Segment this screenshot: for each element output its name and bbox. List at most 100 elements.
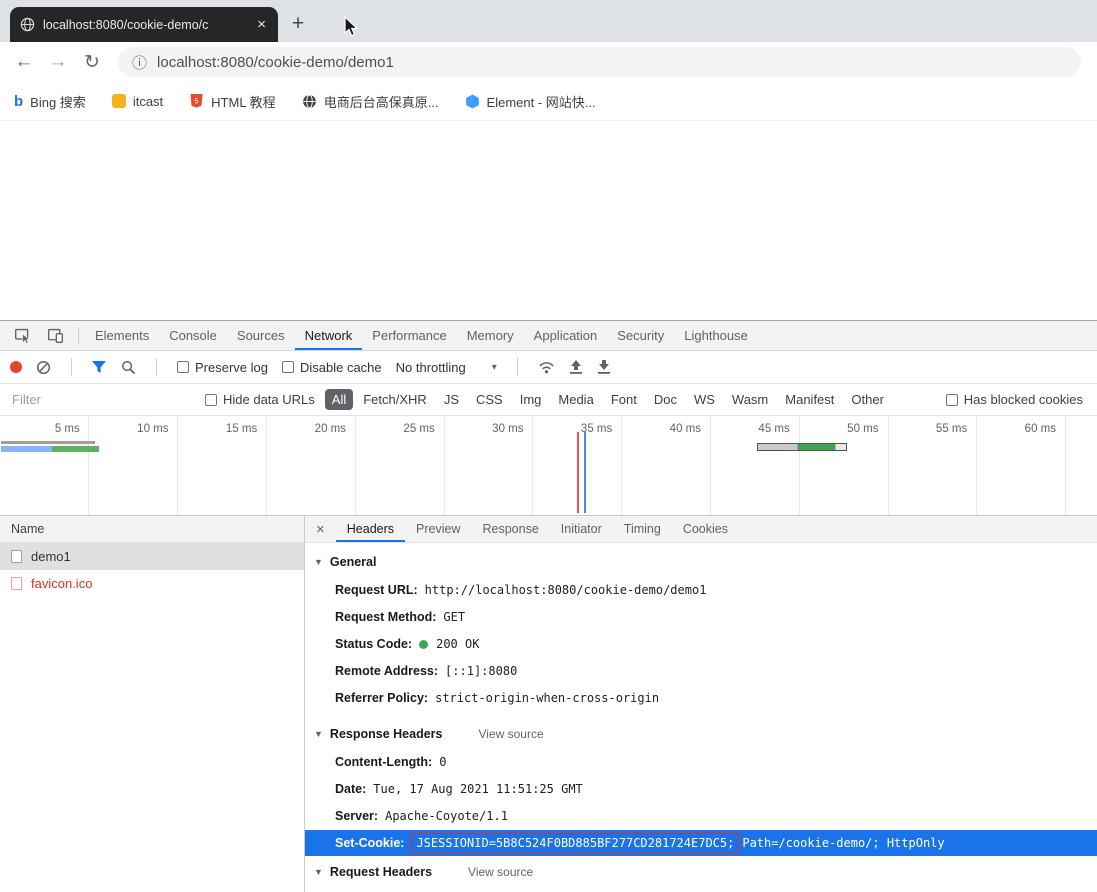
chip-wasm[interactable]: Wasm [725,389,775,410]
chip-js[interactable]: JS [437,389,466,410]
tab-elements[interactable]: Elements [85,321,159,350]
domcontentloaded-event-line [584,432,586,513]
waterfall-bar-demo1-queue [1,441,95,444]
request-headers-section-header[interactable]: ▼ Request Headers View source [305,856,1097,887]
tab-sources[interactable]: Sources [227,321,295,350]
forward-button[interactable]: → [44,51,72,73]
close-details-icon[interactable]: × [305,521,336,538]
divider [516,358,518,376]
chip-css[interactable]: CSS [469,389,510,410]
triangle-expanded-icon: ▼ [314,557,323,567]
checkbox[interactable] [945,393,958,406]
browser-tab[interactable]: localhost:8080/cookie-demo/c × [10,7,278,42]
throttling-dropdown[interactable]: No throttling ▾ [396,360,497,375]
tab-cookies[interactable]: Cookies [672,516,739,542]
network-toolbar: Preserve log Disable cache No throttling… [0,351,1097,384]
request-row-favicon[interactable]: favicon.ico [0,570,304,597]
page-content [0,121,1097,320]
header-key: Date: [335,782,367,796]
bookmark-ecommerce[interactable]: 电商后台高保真原... [302,92,439,111]
chip-ws[interactable]: WS [687,389,722,410]
bookmark-element[interactable]: Element - 网站快... [465,92,596,111]
bookmark-label: itcast [132,93,164,109]
bookmark-html-tutorial[interactable]: 5 HTML 教程 [189,92,276,111]
inspect-element-icon[interactable] [6,327,39,344]
header-key: Content-Length: [335,755,433,769]
header-key: Remote Address: [335,664,439,678]
bookmark-bing[interactable]: b Bing 搜索 [14,92,86,111]
export-har-icon[interactable] [597,359,611,375]
tab-headers[interactable]: Headers [336,516,405,542]
element-icon [465,93,480,109]
clear-icon[interactable] [36,360,51,375]
tab-security[interactable]: Security [607,321,674,350]
checkbox[interactable] [281,361,294,373]
tick-label: 50 ms [847,423,879,435]
timeline-ticks: 5 ms 10 ms 15 ms 20 ms 25 ms 30 ms 35 ms… [0,423,1065,435]
tab-preview[interactable]: Preview [405,516,471,542]
tab-initiator[interactable]: Initiator [550,516,613,542]
request-row-demo1[interactable]: demo1 [0,543,304,570]
search-icon[interactable] [121,360,136,375]
name-column-header[interactable]: Name [0,516,304,543]
response-headers-section-header[interactable]: ▼ Response Headers View source [305,718,1097,749]
tab-lighthouse[interactable]: Lighthouse [674,321,758,350]
record-button[interactable] [10,361,22,373]
filter-funnel-icon[interactable] [92,360,107,374]
disable-cache-checkbox[interactable]: Disable cache [281,359,382,375]
header-line-date: Date: Tue, 17 Aug 2021 11:51:25 GMT [305,776,1097,803]
tab-network[interactable]: Network [295,321,363,350]
checkbox[interactable] [177,361,189,373]
headers-content: ▼ General Request URL: http://localhost:8… [305,543,1097,892]
has-blocked-cookies-checkbox[interactable]: Has blocked cookies [945,392,1083,407]
tab-response[interactable]: Response [471,516,549,542]
chip-img[interactable]: Img [513,389,549,410]
network-filter-input[interactable] [10,391,195,408]
network-overview-timeline[interactable]: 5 ms 10 ms 15 ms 20 ms 25 ms 30 ms 35 ms… [0,416,1097,516]
chip-other[interactable]: Other [844,389,891,410]
disable-cache-label: Disable cache [299,359,382,375]
back-button[interactable]: ← [10,51,38,73]
request-headers-title: Request Headers [329,865,433,879]
header-value: http://localhost:8080/cookie-demo/demo1 [424,583,707,597]
header-value: Apache-Coyote/1.1 [385,809,508,823]
hide-data-urls-checkbox[interactable]: Hide data URLs [205,392,315,407]
view-source-link[interactable]: View source [468,865,533,879]
chip-font[interactable]: Font [604,389,644,410]
chip-doc[interactable]: Doc [647,389,684,410]
tick-label: 5 ms [54,423,80,435]
tab-console[interactable]: Console [159,321,227,350]
globe-icon [302,94,317,109]
divider [71,358,72,376]
tab-memory[interactable]: Memory [457,321,524,350]
hide-data-urls-label: Hide data URLs [223,392,315,407]
tab-application[interactable]: Application [524,321,608,350]
divider [78,326,79,345]
checkbox[interactable] [205,393,217,406]
chip-fetch-xhr[interactable]: Fetch/XHR [356,389,434,410]
chip-all[interactable]: All [324,389,354,410]
tab-close-icon[interactable]: × [255,16,268,33]
devtools-tab-bar: Elements Console Sources Network Perform… [0,321,1097,351]
tab-performance[interactable]: Performance [362,321,456,350]
address-bar[interactable]: ⓘ localhost:8080/cookie-demo/demo1 [118,47,1081,77]
site-info-icon[interactable]: ⓘ [132,52,147,73]
triangle-expanded-icon: ▼ [314,729,323,739]
preserve-log-checkbox[interactable]: Preserve log [177,360,268,375]
view-source-link[interactable]: View source [478,727,543,741]
bookmark-itcast[interactable]: itcast [111,93,164,109]
tick-label: 60 ms [1024,423,1056,435]
html5-icon: 5 [189,93,204,109]
new-tab-button[interactable]: + [284,10,312,38]
tab-timing[interactable]: Timing [613,516,672,542]
reload-button[interactable]: ↻ [78,51,106,74]
device-toolbar-icon[interactable] [39,327,72,344]
tick-label: 45 ms [758,423,790,435]
header-key: Status Code: [335,637,413,651]
chip-manifest[interactable]: Manifest [778,389,841,410]
header-line-set-cookie-selected[interactable]: Set-Cookie: JSESSIONID=5B8C524F0BD885BF27… [305,830,1097,856]
general-section-header[interactable]: ▼ General [305,546,1097,577]
chip-media[interactable]: Media [551,389,600,410]
network-conditions-icon[interactable] [538,360,555,375]
import-har-icon[interactable] [569,359,583,375]
